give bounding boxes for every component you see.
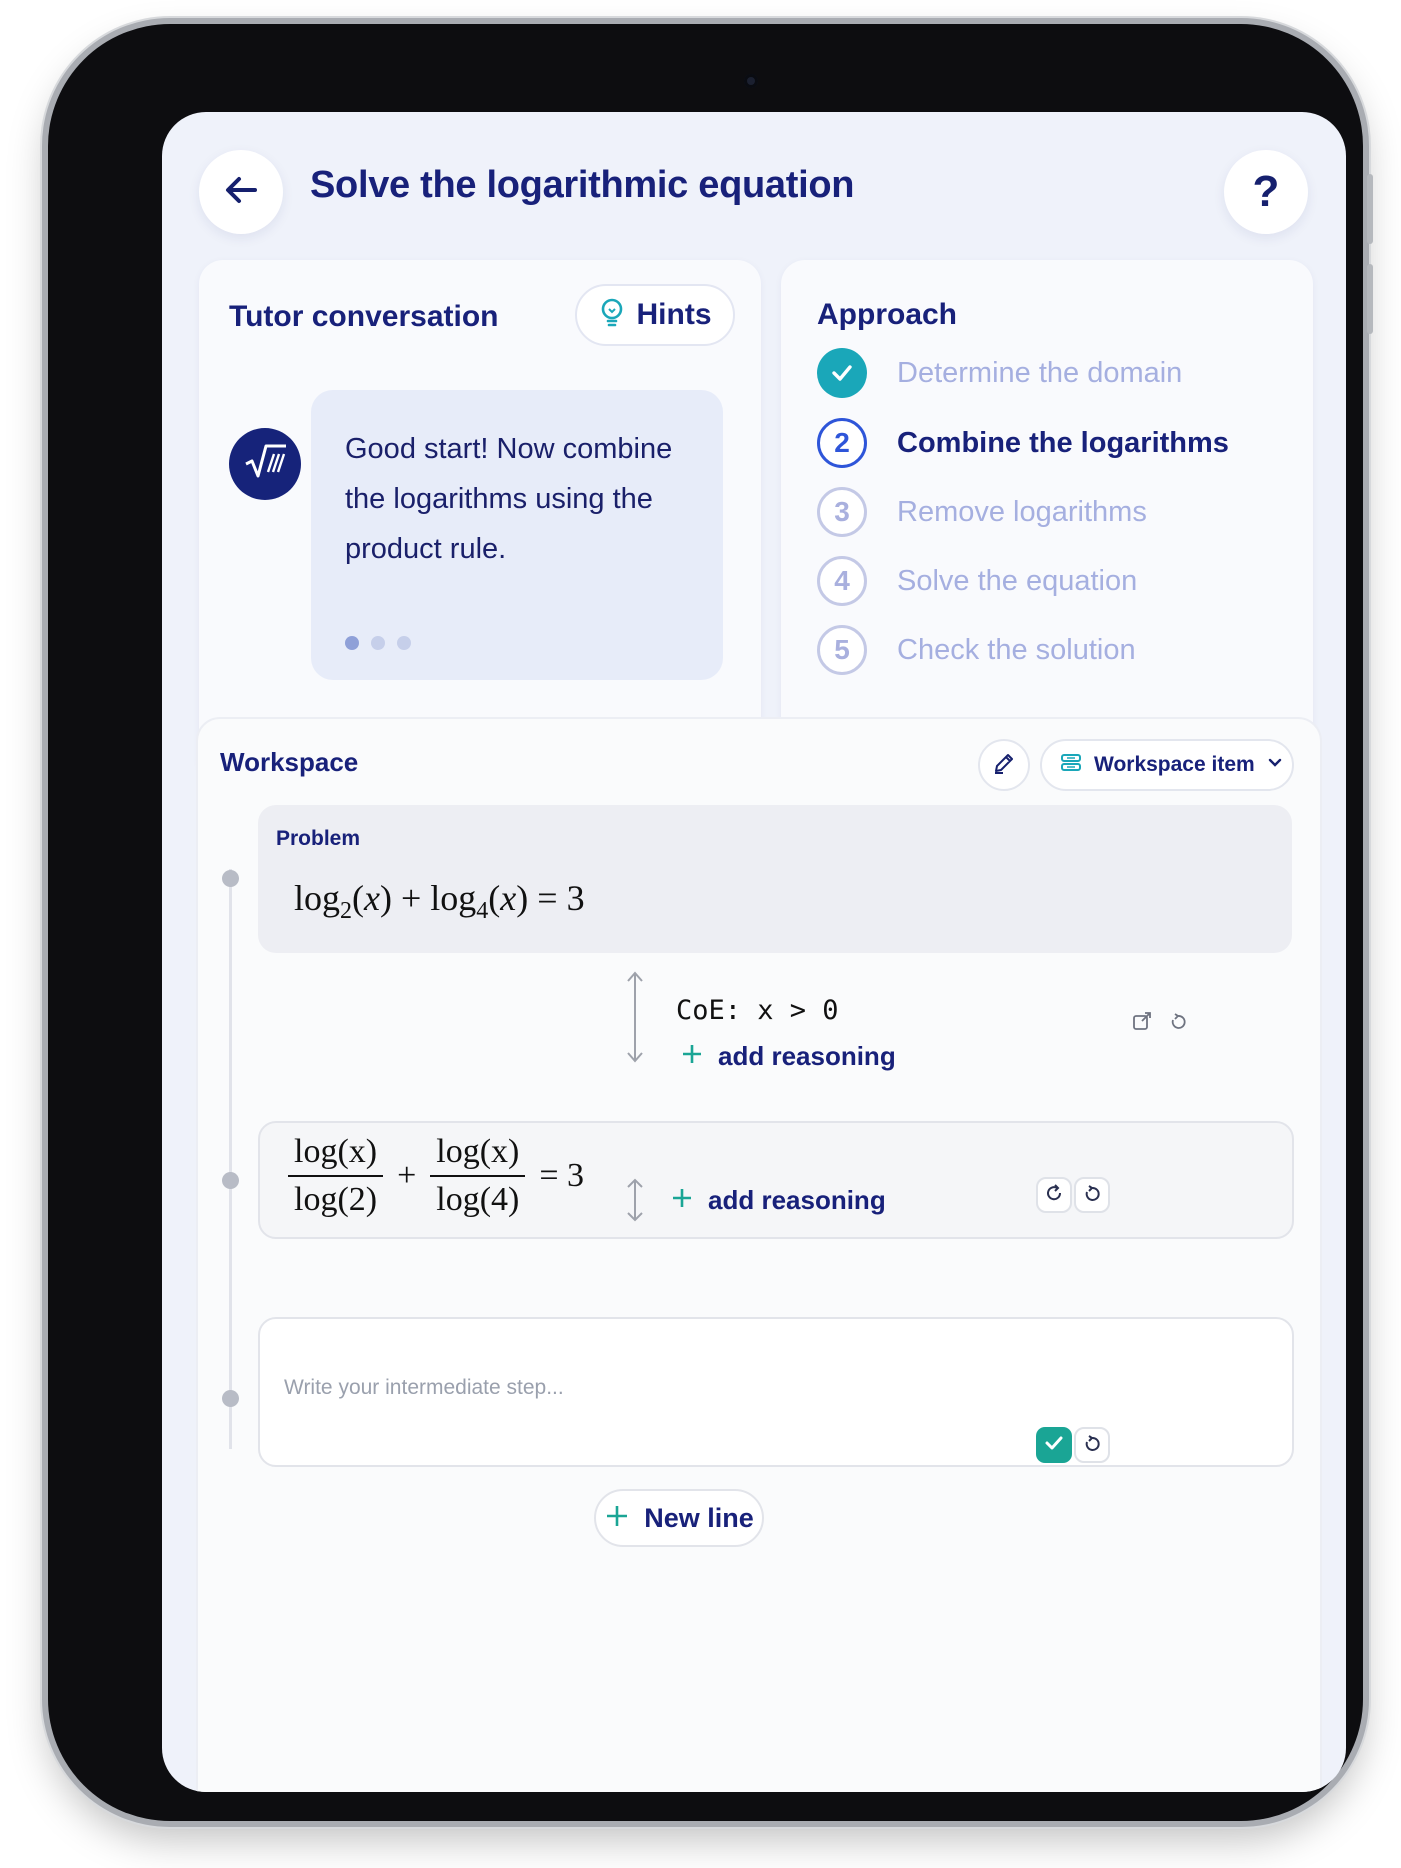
workspace-item-label: Workspace item bbox=[1094, 753, 1255, 776]
approach-step-1-label: Determine the domain bbox=[897, 356, 1183, 389]
double-arrow-icon bbox=[625, 1177, 645, 1228]
back-button[interactable] bbox=[199, 150, 283, 234]
check-icon bbox=[1043, 1432, 1065, 1459]
tutor-conversation-title: Tutor conversation bbox=[229, 300, 499, 333]
approach-step-4[interactable]: 4 Solve the equation bbox=[817, 556, 1137, 606]
add-reasoning-button-1[interactable]: add reasoning bbox=[680, 1041, 896, 1072]
refresh-button[interactable] bbox=[1036, 1177, 1072, 1213]
plus-icon bbox=[680, 1042, 704, 1071]
approach-step-2[interactable]: 2 Combine the logarithms bbox=[817, 418, 1229, 468]
square-root-icon bbox=[242, 442, 288, 487]
workspace-title: Workspace bbox=[220, 747, 359, 777]
timeline-dot-step-1 bbox=[222, 1172, 239, 1189]
app-screen: Solve the logarithmic equation ? Tutor c… bbox=[162, 112, 1346, 1792]
hints-label: Hints bbox=[636, 298, 712, 331]
approach-title: Approach bbox=[817, 298, 958, 331]
tutor-message-bubble: Good start! Now combine the logarithms u… bbox=[311, 390, 723, 680]
undo-icon[interactable] bbox=[1168, 1011, 1188, 1036]
page-title: Solve the logarithmic equation bbox=[310, 164, 855, 206]
hints-button[interactable]: Hints bbox=[575, 284, 735, 346]
approach-step-3[interactable]: 3 Remove logarithms bbox=[817, 487, 1147, 537]
workspace-panel: Workspace Workspace item Problem log2(x)… bbox=[196, 717, 1322, 1792]
fraction-left-numerator: log(x) bbox=[288, 1133, 384, 1177]
edit-button[interactable] bbox=[978, 739, 1030, 791]
approach-step-3-label: Remove logarithms bbox=[897, 495, 1147, 528]
message-pager bbox=[345, 636, 411, 650]
intermediate-step-input[interactable] bbox=[282, 1375, 986, 1401]
tutor-avatar bbox=[229, 428, 301, 500]
chevron-down-icon bbox=[1267, 756, 1283, 774]
pager-dot-1[interactable] bbox=[345, 636, 359, 650]
check-icon bbox=[817, 348, 867, 398]
workspace-item-dropdown[interactable]: Workspace item bbox=[1040, 739, 1294, 791]
approach-step-5-label: Check the solution bbox=[897, 633, 1136, 666]
plus-icon bbox=[604, 1503, 630, 1534]
equation-rhs: = 3 bbox=[539, 1157, 585, 1194]
problem-box: Problem log2(x) + log4(x) = 3 bbox=[258, 805, 1292, 953]
fraction-right-denominator: log(4) bbox=[436, 1181, 520, 1218]
approach-step-5-number: 5 bbox=[817, 625, 867, 675]
fraction-left: log(x) log(2) bbox=[288, 1133, 384, 1219]
tutor-message-text: Good start! Now combine the logarithms u… bbox=[345, 433, 673, 565]
step-1-box[interactable]: log(x) log(2) + log(x) log(4) = 3 bbox=[258, 1121, 1294, 1239]
approach-card: Approach Determine the domain 2 Combine … bbox=[781, 260, 1313, 782]
refresh-icon bbox=[1044, 1183, 1064, 1208]
tablet-device: Solve the logarithmic equation ? Tutor c… bbox=[48, 24, 1373, 1821]
pager-dot-2[interactable] bbox=[371, 636, 385, 650]
undo-icon bbox=[1082, 1183, 1102, 1208]
arrow-left-icon bbox=[221, 170, 261, 215]
new-line-label: New line bbox=[644, 1502, 754, 1533]
help-button[interactable]: ? bbox=[1224, 150, 1308, 234]
undo-icon bbox=[1082, 1433, 1102, 1458]
reasoning-actions bbox=[1132, 1011, 1188, 1036]
steps-timeline bbox=[229, 869, 232, 1449]
question-mark-icon: ? bbox=[1252, 167, 1280, 216]
plus-icon bbox=[670, 1186, 694, 1215]
double-arrow-icon bbox=[625, 969, 645, 1070]
step-1-equation: log(x) log(2) + log(x) log(4) = 3 bbox=[288, 1133, 584, 1219]
add-reasoning-button-2[interactable]: add reasoning bbox=[670, 1185, 886, 1216]
approach-step-4-label: Solve the equation bbox=[897, 564, 1138, 597]
add-reasoning-label-2: add reasoning bbox=[708, 1185, 886, 1215]
problem-equation: log2(x) + log4(x) = 3 bbox=[294, 878, 585, 925]
pencil-icon bbox=[991, 750, 1017, 781]
front-camera bbox=[744, 74, 758, 88]
approach-step-4-number: 4 bbox=[817, 556, 867, 606]
new-line-button[interactable]: New line bbox=[594, 1489, 764, 1547]
intermediate-step-box bbox=[258, 1317, 1294, 1467]
lightbulb-icon bbox=[599, 297, 625, 334]
approach-step-5[interactable]: 5 Check the solution bbox=[817, 625, 1136, 675]
plus-sign: + bbox=[397, 1157, 417, 1194]
approach-step-3-number: 3 bbox=[817, 487, 867, 537]
layers-icon bbox=[1060, 753, 1082, 778]
volume-down-button bbox=[1367, 264, 1373, 334]
add-reasoning-label-1: add reasoning bbox=[718, 1041, 896, 1071]
pager-dot-3[interactable] bbox=[397, 636, 411, 650]
fraction-right-numerator: log(x) bbox=[430, 1133, 526, 1177]
approach-step-2-number: 2 bbox=[817, 418, 867, 468]
tutor-conversation-card: Tutor conversation Hints Good start! Now… bbox=[199, 260, 761, 782]
timeline-dot-problem bbox=[222, 870, 239, 887]
fraction-left-denominator: log(2) bbox=[294, 1181, 378, 1218]
timeline-dot-input bbox=[222, 1390, 239, 1407]
fraction-right: log(x) log(4) bbox=[430, 1133, 526, 1219]
confirm-step-button[interactable] bbox=[1036, 1427, 1072, 1463]
undo-button[interactable] bbox=[1074, 1177, 1110, 1213]
approach-step-2-label: Combine the logarithms bbox=[897, 426, 1229, 459]
condition-of-existence: CoE: x > 0 bbox=[676, 995, 839, 1026]
volume-up-button bbox=[1367, 174, 1373, 244]
external-link-icon[interactable] bbox=[1132, 1011, 1152, 1036]
undo-button[interactable] bbox=[1074, 1427, 1110, 1463]
approach-step-1[interactable]: Determine the domain bbox=[817, 348, 1182, 398]
problem-label: Problem bbox=[276, 827, 361, 850]
